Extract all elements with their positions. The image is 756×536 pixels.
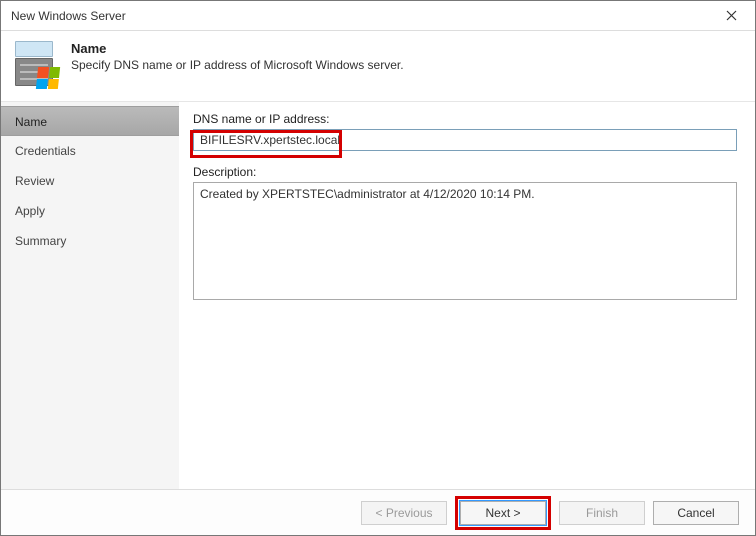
finish-button: Finish [559, 501, 645, 525]
close-icon [726, 10, 737, 21]
window-title: New Windows Server [11, 9, 711, 23]
header-section: Name Specify DNS name or IP address of M… [1, 31, 755, 102]
content-pane: DNS name or IP address: BIFILESRV.xperts… [179, 102, 755, 489]
description-label: Description: [193, 165, 737, 179]
cancel-button[interactable]: Cancel [653, 501, 739, 525]
footer-buttons: < Previous Next > Finish Cancel [1, 489, 755, 535]
close-button[interactable] [711, 2, 751, 30]
dns-label: DNS name or IP address: [193, 112, 737, 126]
highlight-next: Next > [455, 496, 551, 530]
header-text: Name Specify DNS name or IP address of M… [71, 41, 404, 72]
body-section: Name Credentials Review Apply Summary DN… [1, 102, 755, 489]
next-button[interactable]: Next > [460, 501, 546, 525]
description-textarea[interactable] [193, 182, 737, 300]
step-credentials[interactable]: Credentials [1, 136, 179, 166]
previous-button: < Previous [361, 501, 447, 525]
server-windows-icon [13, 41, 57, 87]
title-bar: New Windows Server [1, 1, 755, 31]
step-summary[interactable]: Summary [1, 226, 179, 256]
header-subtitle: Specify DNS name or IP address of Micros… [71, 58, 404, 72]
dns-input[interactable] [193, 129, 737, 151]
wizard-steps-sidebar: Name Credentials Review Apply Summary [1, 102, 179, 489]
dialog-window: New Windows Server Name Specify DNS name… [0, 0, 756, 536]
step-review[interactable]: Review [1, 166, 179, 196]
step-apply[interactable]: Apply [1, 196, 179, 226]
step-name[interactable]: Name [1, 106, 179, 136]
header-title: Name [71, 41, 404, 56]
